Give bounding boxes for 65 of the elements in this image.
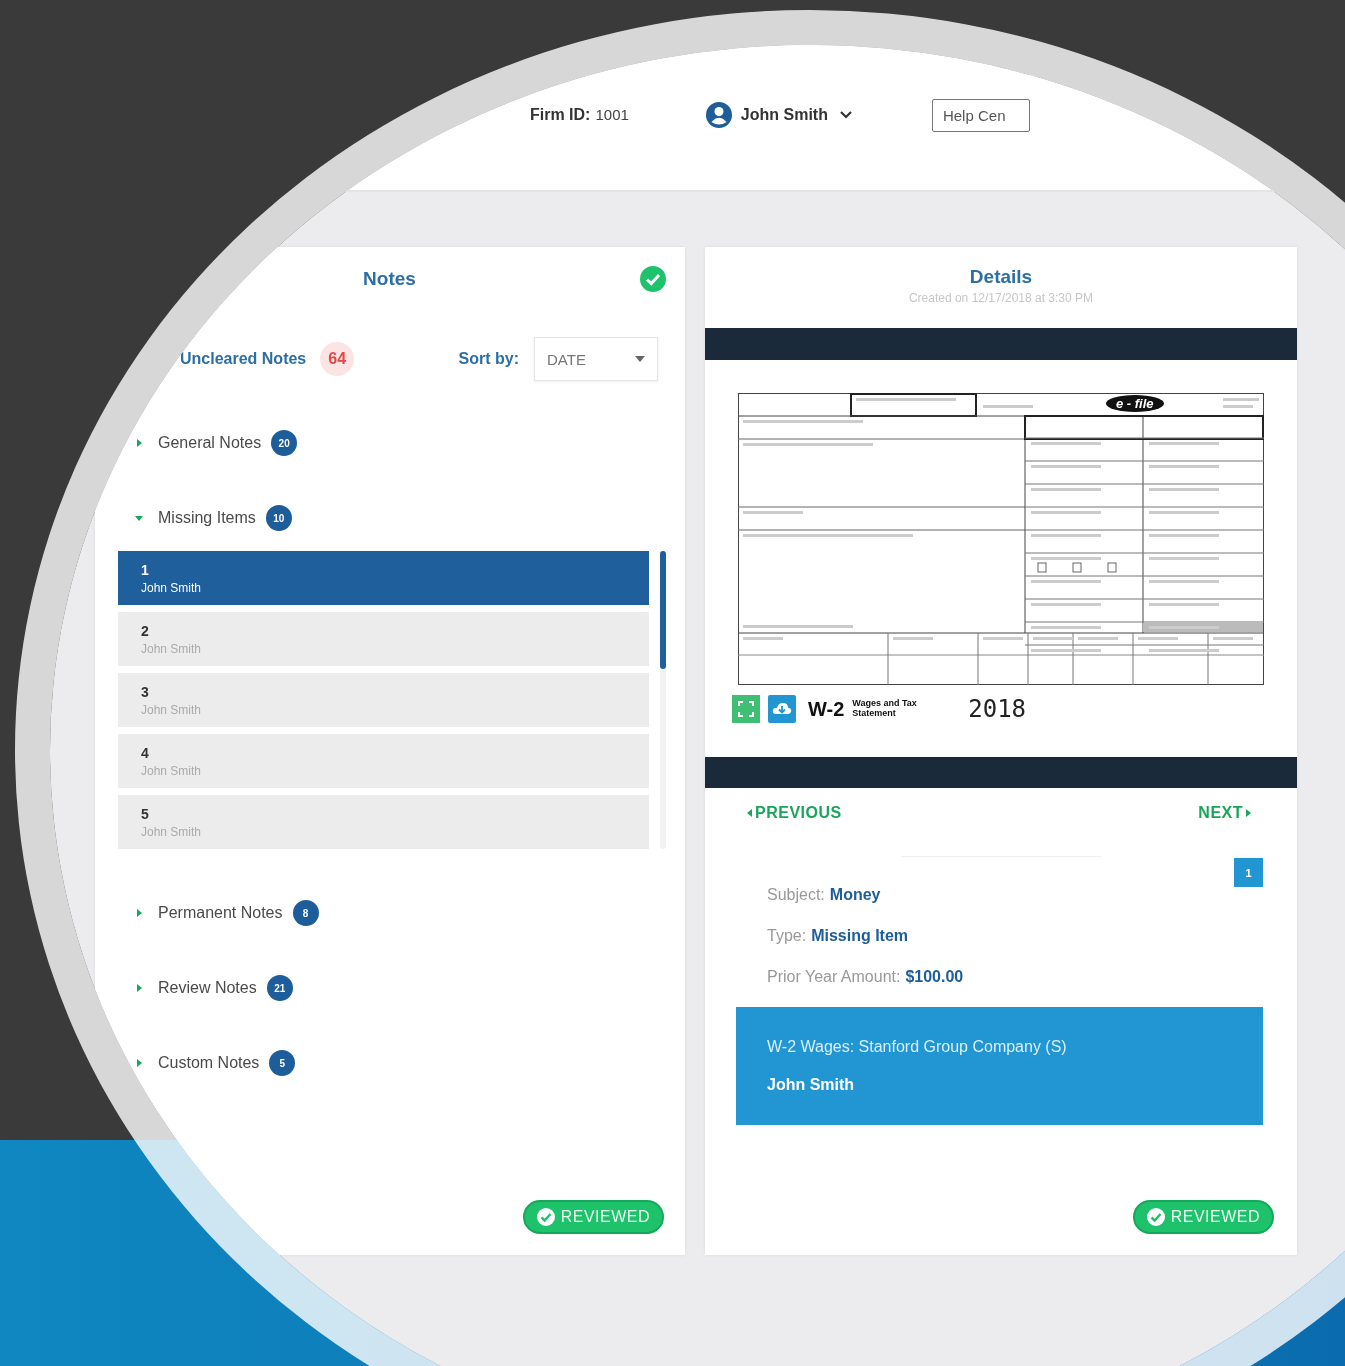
- check-circle-icon: [1146, 1208, 1165, 1226]
- caret-down-icon: [635, 356, 645, 362]
- panel-title: Details: [969, 266, 1033, 288]
- form-title: Wages and Tax Statement: [852, 699, 918, 719]
- field-label: Subject:: [767, 886, 825, 904]
- note-author: John Smith: [141, 824, 203, 839]
- caret-right-icon: [1246, 809, 1251, 817]
- caret-right-icon[interactable]: [135, 909, 143, 917]
- chevron-down-icon[interactable]: [839, 111, 852, 119]
- note-group-label[interactable]: Missing Items: [158, 509, 256, 527]
- note-list-item[interactable]: 5 John Smith: [118, 795, 649, 849]
- note-number: 1: [141, 561, 150, 578]
- count-badge: 21: [266, 975, 293, 1001]
- check-circle-icon: [536, 1208, 555, 1226]
- created-date: Created on 12/17/2018 at 3:30 PM: [908, 291, 1094, 305]
- uncleared-count-badge: 64: [320, 342, 355, 376]
- scrollbar[interactable]: [660, 551, 666, 849]
- expand-icon[interactable]: [732, 695, 760, 723]
- note-author: John Smith: [141, 641, 203, 656]
- wage-source: W-2 Wages: Stanford Group Company (S): [767, 1038, 1068, 1056]
- note-list-item[interactable]: 2 John Smith: [118, 612, 649, 666]
- sort-by-label: Sort by:: [458, 350, 519, 368]
- note-list-item[interactable]: 3 John Smith: [118, 673, 649, 727]
- note-group-label[interactable]: Review Notes: [158, 979, 257, 997]
- count-badge: 5: [269, 1050, 296, 1076]
- caret-right-icon[interactable]: [135, 439, 143, 447]
- user-name[interactable]: John Smith: [740, 106, 828, 124]
- firm-id-value: 1001: [595, 106, 629, 124]
- note-author: John Smith: [141, 702, 203, 717]
- note-group-label[interactable]: Custom Notes: [158, 1054, 260, 1072]
- field-label: Prior Year Amount:: [767, 968, 901, 986]
- wage-owner: John Smith: [767, 1076, 856, 1094]
- note-number: 3: [141, 683, 150, 700]
- count-badge: 1: [1234, 858, 1263, 887]
- caret-left-icon: [747, 809, 752, 817]
- uncleared-notes-label: Uncleared Notes: [180, 350, 307, 368]
- form-year: 2018: [968, 695, 1027, 723]
- form-name: W-2: [808, 697, 845, 721]
- note-list-item[interactable]: 4 John Smith: [118, 734, 649, 788]
- count-badge: 8: [292, 900, 319, 926]
- note-author: John Smith: [141, 763, 203, 778]
- count-badge: 10: [265, 505, 292, 531]
- help-center-button[interactable]: Help Cen: [931, 98, 1030, 132]
- caret-right-icon[interactable]: [135, 984, 143, 992]
- count-badge: 20: [271, 430, 298, 456]
- field-value: Money: [829, 886, 881, 904]
- field-value: $100.00: [905, 968, 964, 986]
- check-circle-icon: [640, 266, 666, 292]
- note-number: 4: [141, 744, 150, 761]
- user-icon[interactable]: [705, 102, 732, 128]
- caret-right-icon[interactable]: [135, 1059, 143, 1067]
- note-group-label[interactable]: Permanent Notes: [158, 904, 283, 922]
- note-number: 5: [141, 805, 150, 822]
- field-value: Missing Item: [811, 927, 909, 945]
- panel-title: Notes: [363, 268, 416, 290]
- sort-value: DATE: [547, 350, 586, 368]
- note-number: 2: [141, 622, 150, 639]
- note-author: John Smith: [141, 580, 203, 595]
- caret-down-icon[interactable]: [135, 514, 143, 522]
- field-label: Type:: [767, 927, 807, 945]
- note-list-item[interactable]: 1 John Smith: [118, 551, 649, 605]
- cloud-download-icon[interactable]: [768, 695, 796, 723]
- note-group-label[interactable]: General Notes: [158, 434, 262, 452]
- firm-id-label: Firm ID:: [530, 106, 591, 124]
- sort-dropdown[interactable]: DATE: [534, 337, 658, 381]
